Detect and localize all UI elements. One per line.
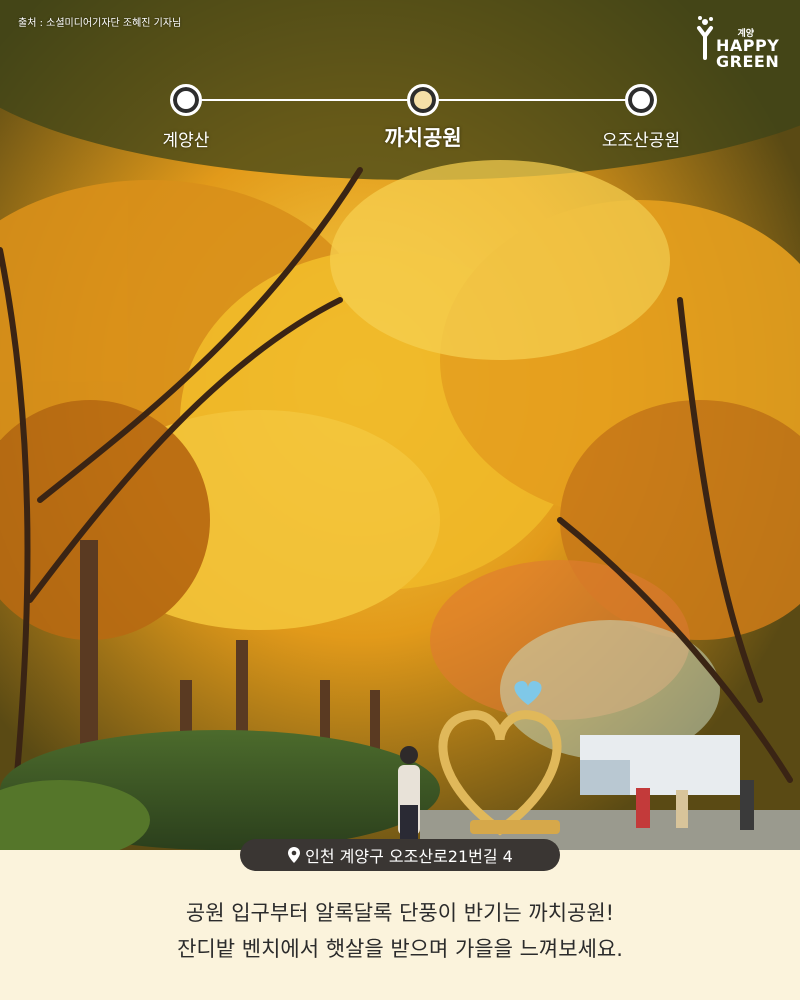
route-stop-2: 까치공원 — [323, 84, 523, 152]
route-stop-label: 오조산공원 — [601, 131, 681, 151]
caption: 공원 입구부터 알록달록 단풍이 반기는 까치공원! 잔디밭 벤치에서 햇살을 … — [0, 895, 800, 967]
address-text: 인천 계양구 오조산로21번길 4 — [305, 847, 513, 866]
happy-green-logo: 계양 HAPPY GREEN — [696, 14, 780, 71]
route-dot-active — [407, 84, 439, 116]
logo-line2: GREEN — [716, 52, 780, 71]
route-stop-label: 계양산 — [162, 131, 210, 151]
route-dot — [625, 84, 657, 116]
route-stop-1: 계양산 — [86, 84, 286, 151]
caption-line-1: 공원 입구부터 알록달록 단풍이 반기는 까치공원! — [185, 901, 615, 925]
route-indicator: 계양산 까치공원 오조산공원 — [0, 82, 800, 162]
route-dot — [170, 84, 202, 116]
caption-line-2: 잔디밭 벤치에서 햇살을 받으며 가을을 느껴보세요. — [177, 937, 623, 961]
photo-credit: 출처 : 소셜미디어기자단 조혜진 기자님 — [18, 18, 182, 29]
route-stop-label-active: 까치공원 — [384, 126, 462, 150]
route-stop-3: 오조산공원 — [541, 84, 741, 151]
address-badge: 인천 계양구 오조산로21번길 4 — [240, 839, 560, 871]
location-pin-icon — [288, 847, 301, 863]
